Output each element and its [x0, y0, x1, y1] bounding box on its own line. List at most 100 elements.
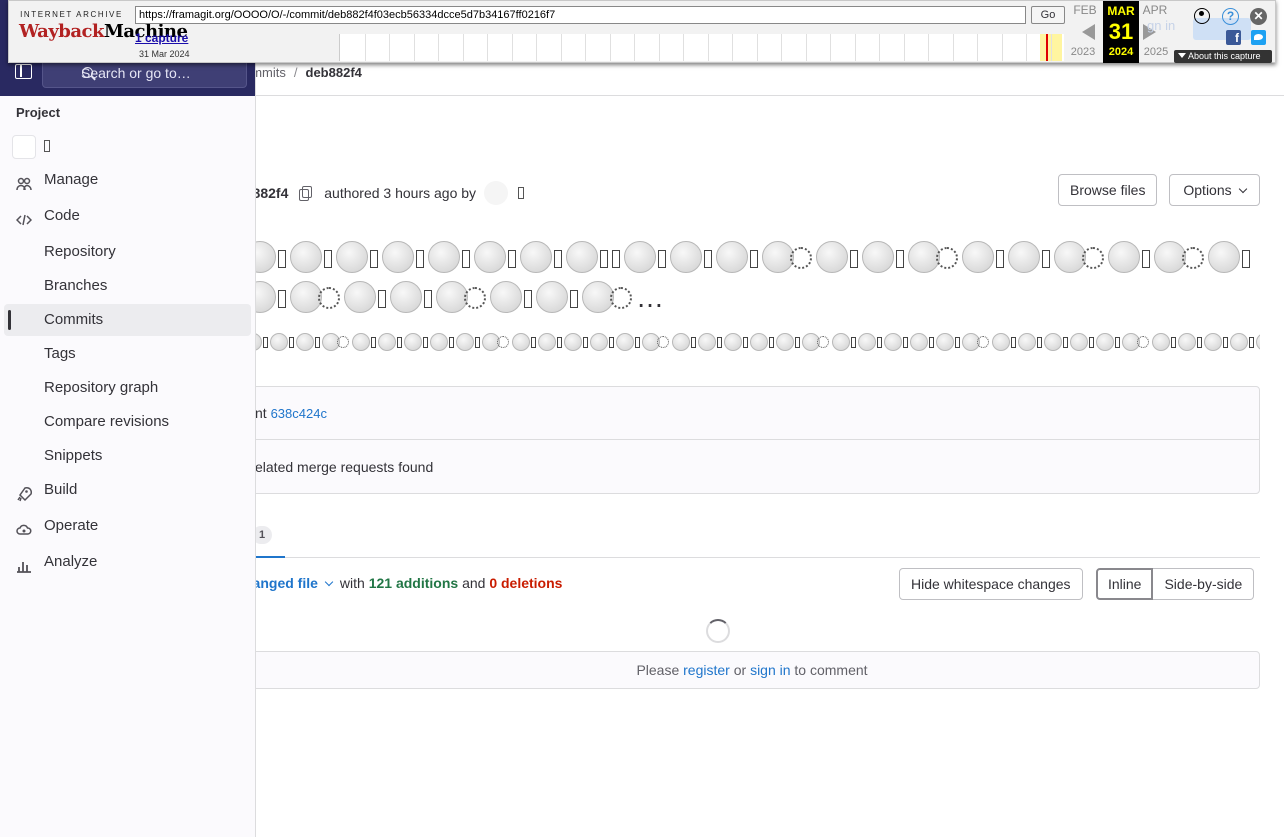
captures-link[interactable]: 1 capture — [135, 31, 188, 45]
missing-glyph-icon — [743, 336, 748, 348]
inline-view-button[interactable]: Inline — [1096, 568, 1154, 600]
timeline-tick — [732, 34, 733, 61]
missing-glyph-icon — [289, 336, 294, 348]
sidebar-item-repository[interactable]: Repository — [4, 236, 251, 268]
capture-timeline[interactable] — [339, 34, 1064, 61]
missing-glyph-icon — [635, 336, 640, 348]
breadcrumb-current[interactable]: deb882f4 — [306, 65, 362, 80]
sidebar-item-snippets[interactable]: Snippets — [4, 440, 251, 472]
commit-header: b882f4 authored 3 hours ago by Browse fi… — [244, 174, 1260, 206]
missing-glyph-icon — [609, 336, 614, 348]
current-month: MAR — [1107, 4, 1135, 18]
hide-whitespace-button[interactable]: Hide whitespace changes — [899, 568, 1083, 600]
about-capture-button[interactable]: About this capture — [1174, 50, 1272, 63]
options-dropdown-button[interactable]: Options — [1169, 174, 1260, 206]
facebook-share-icon[interactable]: f — [1226, 30, 1241, 45]
missing-glyph-icon — [1242, 250, 1250, 268]
sidebar-item-label: Repository — [44, 243, 116, 260]
twitter-share-icon[interactable] — [1251, 30, 1266, 45]
parent-commit-link[interactable]: 638c424c — [271, 406, 327, 421]
timeline-tick — [1026, 34, 1027, 61]
missing-glyph-icon — [896, 250, 904, 268]
diff-toolbar: hanged file with 121 additions and 0 dele… — [244, 568, 1260, 600]
sidebar-item-analyze[interactable]: Analyze — [4, 546, 251, 578]
diff-summary: hanged file with 121 additions and 0 dele… — [244, 575, 562, 591]
missing-glyph-icon — [424, 290, 432, 308]
sidebar-item-label: Analyze — [44, 553, 98, 570]
sidebar: Search or go to… Project Manage Code Repos… — [0, 0, 256, 837]
to-comment-label: to comment — [794, 662, 868, 678]
sidebar-item-code[interactable]: Code — [4, 200, 251, 232]
parent-commit-row: nt 638c424c — [245, 387, 1259, 440]
missing-glyph-icon — [877, 336, 882, 348]
changed-files-dropdown[interactable]: hanged file — [244, 575, 340, 591]
current-year: 2024 — [1108, 46, 1134, 58]
wayback-logo[interactable]: INTERNET ARCHIVE WaybackMachine — [19, 10, 188, 52]
combining-mark-icon — [657, 336, 669, 349]
project-name[interactable] — [44, 140, 50, 154]
missing-glyph-icon — [717, 336, 722, 348]
chevron-down-icon — [1238, 184, 1247, 194]
options-label: Options — [1183, 182, 1232, 198]
sidebar-toggle-icon[interactable] — [15, 64, 32, 79]
cloud-gear-icon — [16, 518, 32, 535]
missing-glyph-icon — [315, 336, 320, 348]
sidebar-item-branches[interactable]: Branches — [4, 270, 251, 302]
next-month-label[interactable]: APR — [1137, 3, 1173, 17]
sidebar-item-tags[interactable]: Tags — [4, 338, 251, 370]
sidebar-item-manage[interactable]: Manage — [4, 164, 251, 196]
emoji-glyph-icon — [724, 333, 742, 352]
emoji-glyph-icon — [776, 333, 794, 352]
author-avatar[interactable] — [483, 181, 508, 205]
emoji-glyph-icon — [936, 333, 954, 352]
merge-requests-row: elated merge requests found — [245, 441, 1259, 494]
missing-glyph-icon — [449, 336, 454, 348]
register-link[interactable]: register — [683, 662, 730, 678]
wayback-url-input[interactable]: https://framagit.org/OOOO/O/-/commit/deb… — [135, 6, 1026, 24]
emoji-glyph-icon — [1096, 333, 1114, 352]
emoji-glyph-icon — [1018, 333, 1036, 352]
emoji-glyph-icon — [624, 241, 656, 273]
user-account-icon[interactable] — [1194, 8, 1210, 24]
missing-glyph-icon — [1197, 336, 1202, 348]
missing-glyph-icon — [583, 336, 588, 348]
sidebar-item-build[interactable]: Build — [4, 474, 251, 506]
breadcrumb: ommits / deb882f4 — [244, 65, 362, 80]
sidebar-item-compare-revisions[interactable]: Compare revisions — [4, 406, 251, 438]
missing-glyph-icon — [370, 250, 378, 268]
sidebar-item-label: Branches — [44, 277, 108, 294]
sign-in-link[interactable]: sign in — [750, 662, 790, 678]
emoji-glyph-icon — [670, 241, 702, 273]
combining-mark-icon — [1137, 336, 1149, 349]
missing-glyph-icon — [557, 336, 562, 348]
prev-month-label[interactable]: FEB — [1067, 3, 1103, 17]
combining-mark-icon — [936, 247, 958, 269]
help-icon[interactable]: ? — [1222, 8, 1239, 25]
side-by-side-view-button[interactable]: Side-by-side — [1153, 568, 1255, 600]
wayback-go-button[interactable]: Go — [1031, 6, 1065, 24]
title-ellipsis: … — [636, 282, 664, 313]
browse-files-button[interactable]: Browse files — [1058, 174, 1158, 206]
missing-glyph-icon — [612, 250, 620, 268]
missing-glyph-icon — [531, 336, 536, 348]
timeline-tick — [854, 34, 856, 61]
sidebar-item-label: Manage — [44, 171, 99, 188]
project-avatar[interactable] — [12, 135, 36, 159]
copy-sha-icon[interactable] — [298, 186, 313, 201]
timeline-tick — [830, 34, 831, 61]
combining-mark-icon — [610, 287, 632, 309]
merge-requests-text: elated merge requests found — [255, 459, 434, 475]
prev-year-label[interactable]: 2023 — [1065, 46, 1101, 58]
commit-title: … — [244, 238, 1260, 320]
sidebar-item-repository-graph[interactable]: Repository graph — [4, 372, 251, 404]
missing-glyph-icon — [508, 250, 516, 268]
prev-capture-arrow-icon[interactable] — [1082, 24, 1095, 40]
current-capture-date: MAR 31 2024 — [1103, 1, 1139, 63]
next-year-label[interactable]: 2025 — [1138, 46, 1174, 58]
sidebar-item-commits[interactable]: Commits — [4, 304, 251, 336]
sidebar-item-operate[interactable]: Operate — [4, 510, 251, 542]
close-icon[interactable]: ✕ — [1250, 8, 1267, 25]
sidebar-item-label: Build — [44, 481, 78, 498]
emoji-glyph-icon — [474, 241, 506, 273]
author-name-glyph[interactable] — [517, 187, 524, 199]
